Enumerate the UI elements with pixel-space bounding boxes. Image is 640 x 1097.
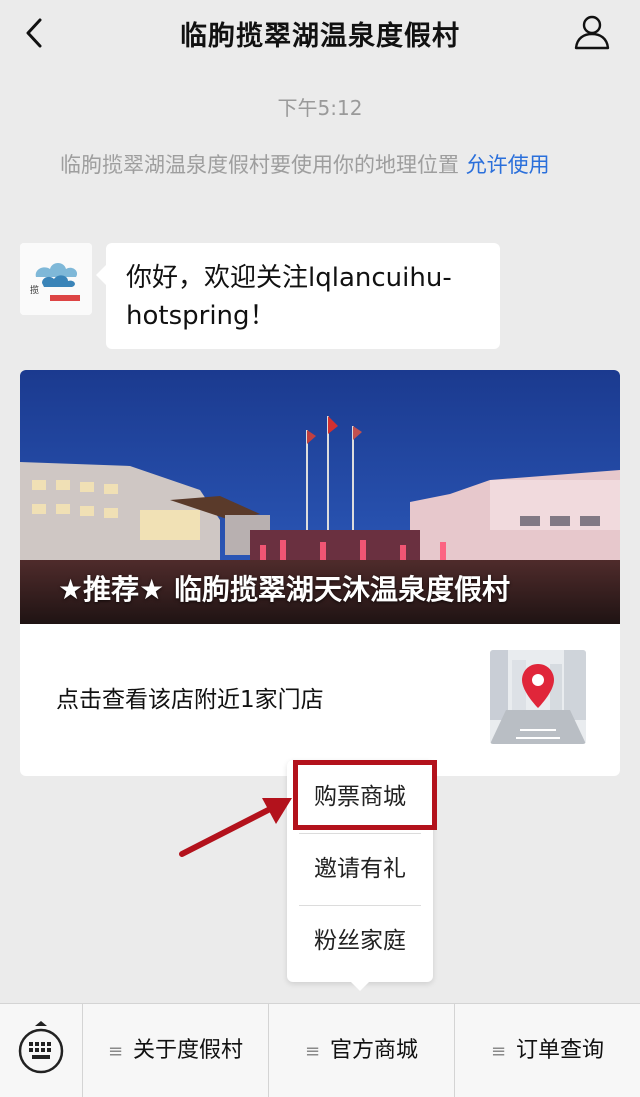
menu-label: 订单查询 xyxy=(516,1038,605,1063)
bottom-menu-bar: ≡ 关于度假村 ≡ 官方商城 ≡ 订单查询 xyxy=(0,1003,640,1097)
resort-logo-icon: 揽 xyxy=(20,243,92,315)
highlight-box xyxy=(293,760,437,830)
svg-text:揽: 揽 xyxy=(30,284,39,296)
menu-about-resort[interactable]: ≡ 关于度假村 xyxy=(82,1004,268,1097)
notice-text: 临朐揽翠湖温泉度假村要使用你的地理位置 xyxy=(60,153,466,177)
menu-official-mall[interactable]: ≡ 官方商城 xyxy=(268,1004,454,1097)
person-icon xyxy=(574,15,610,50)
keyboard-icon xyxy=(18,1021,64,1074)
menu-item-fan-family[interactable]: 粉丝家庭 xyxy=(297,906,423,976)
nav-bar: 临朐揽翠湖温泉度假村 xyxy=(0,0,640,66)
greeting-message-bubble: 你好，欢迎关注lqlancuihu-hotspring！ xyxy=(96,243,500,349)
menu-order-query[interactable]: ≡ 订单查询 xyxy=(454,1004,640,1097)
back-button[interactable] xyxy=(18,14,54,52)
menu-lines-icon: ≡ xyxy=(490,1041,507,1062)
message-timestamp: 下午5:12 xyxy=(277,96,363,120)
keyboard-toggle-button[interactable] xyxy=(0,1004,82,1097)
location-permission-notice: 临朐揽翠湖温泉度假村要使用你的地理位置 允许使用 xyxy=(60,150,600,180)
store-card[interactable]: ★推荐★ 临朐揽翠湖天沐温泉度假村 点击查看该店附近1家门店 xyxy=(20,370,620,776)
menu-label: 官方商城 xyxy=(330,1038,419,1063)
menu-label: 关于度假村 xyxy=(133,1038,244,1063)
allow-location-link[interactable]: 允许使用 xyxy=(466,153,550,177)
arrow-icon xyxy=(179,798,292,857)
map-thumbnail xyxy=(490,650,586,744)
menu-lines-icon: ≡ xyxy=(304,1041,321,1062)
menu-item-invite-gift[interactable]: 邀请有礼 xyxy=(297,834,423,904)
page-title: 临朐揽翠湖温泉度假村 xyxy=(180,21,460,52)
card-caption: ★推荐★ 临朐揽翠湖天沐温泉度假村 xyxy=(58,573,510,606)
chevron-left-icon xyxy=(26,18,42,48)
menu-lines-icon: ≡ xyxy=(107,1041,124,1062)
avatar[interactable]: 揽 xyxy=(20,243,92,315)
nearby-stores-text: 点击查看该店附近1家门店 xyxy=(56,687,324,713)
profile-button[interactable] xyxy=(572,12,612,52)
